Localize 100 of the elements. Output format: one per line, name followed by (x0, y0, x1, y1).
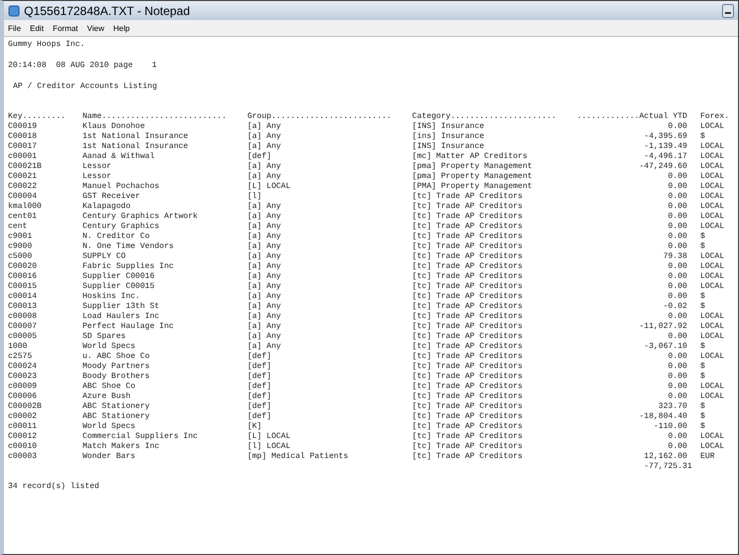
table-cell-text: C00006 (8, 392, 38, 402)
table-cell-text: C00012 (8, 432, 38, 442)
table-cell-text: C00020 (8, 262, 38, 272)
table-cell-text: Kalapagodo (82, 202, 132, 212)
table-cell-text: [tc] Trade AP Creditors (412, 352, 524, 362)
table-cell-text: LOCAL (700, 312, 726, 322)
table-cell-text: $ (700, 422, 706, 432)
total-amount: -77,725.31 (642, 462, 692, 472)
table-cell-text: c5000 (8, 252, 34, 262)
table-cell-text: C00019 (8, 122, 38, 132)
table-cell-text: [tc] Trade AP Creditors (412, 222, 524, 232)
table-cell-text: [tc] Trade AP Creditors (412, 252, 524, 262)
table-cell-text: 0.00 (667, 282, 688, 292)
table-cell-text: [def] (247, 412, 272, 422)
table-cell-text: LOCAL (700, 352, 726, 362)
table-cell-text: LOCAL (700, 162, 726, 172)
table-cell-text: $ (700, 302, 706, 312)
table-cell-text: ABC Stationery (82, 402, 151, 412)
table-cell-text: Supplier C00016 (82, 272, 156, 282)
menu-item[interactable]: File (8, 24, 21, 32)
table-cell-text: 79.38 (662, 252, 688, 262)
table-cell-text: c9000 (8, 242, 34, 252)
table-cell-text: kmal000 (8, 202, 43, 212)
table-cell-text: [a] Any (247, 322, 282, 332)
table-cell-text: N. Creditor Co (82, 232, 151, 242)
table-cell-text: LOCAL (700, 272, 726, 282)
table-cell-text: LOCAL (700, 262, 726, 272)
window-title: Q1556172848A.TXT - Notepad (24, 4, 190, 18)
column-header: Key......... (8, 112, 67, 122)
table-cell-text: c00005 (8, 332, 38, 342)
table-cell-text: Commercial Suppliers Inc (82, 432, 199, 442)
table-cell-text: c00002 (8, 412, 38, 422)
table-cell-text: [a] Any (247, 122, 282, 132)
table-cell-text: World Specs (82, 342, 136, 352)
table-cell-text: Klaus Donohoe (82, 122, 146, 132)
table-cell-text: C00022 (8, 182, 38, 192)
menu-item[interactable]: Edit (30, 24, 44, 32)
table-cell-text: 1000 (8, 342, 28, 352)
table-cell-text: [def] (247, 362, 272, 372)
table-cell-text: 0.00 (667, 232, 688, 242)
table-cell-text: [pma] Property Management (412, 172, 534, 182)
table-cell-text: LOCAL (700, 332, 726, 342)
table-cell-text: [tc] Trade AP Creditors (412, 272, 524, 282)
table-cell-text: LOCAL (700, 202, 726, 212)
table-cell-text: cent (8, 222, 28, 232)
table-cell-text: -4,496.17 (643, 152, 688, 162)
minimize-icon[interactable] (722, 4, 734, 18)
table-cell-text: [tc] Trade AP Creditors (412, 282, 524, 292)
table-cell-text: LOCAL (700, 432, 726, 442)
table-cell-text: Wonder Bars (82, 452, 136, 462)
table-cell-text: Perfect Haulage Inc (82, 322, 175, 332)
table-cell-text: C00024 (8, 362, 38, 372)
table-cell-text: LOCAL (700, 182, 726, 192)
table-cell-text: c00001 (8, 152, 38, 162)
table-cell-text: -1,139.49 (643, 142, 688, 152)
table-cell-text: 0.00 (667, 362, 688, 372)
company-name: Gummy Hoops Inc. (8, 40, 85, 50)
table-cell-text: 0.00 (667, 122, 688, 132)
table-cell-text: SD Spares (82, 332, 127, 342)
table-cell-text: Supplier C00015 (82, 282, 156, 292)
table-cell-text: 0.00 (667, 292, 688, 302)
table-cell-text: [tc] Trade AP Creditors (412, 432, 524, 442)
table-cell-text: [tc] Trade AP Creditors (412, 212, 524, 222)
table-cell-text: Aanad & Withwal (82, 152, 156, 162)
table-cell-text: c00009 (8, 382, 38, 392)
table-cell-text: [a] Any (247, 202, 282, 212)
table-cell-text: 0.00 (667, 392, 688, 402)
column-header: Category...................... (412, 112, 558, 122)
table-cell-text: [a] Any (247, 292, 282, 302)
table-cell-text: [a] Any (247, 252, 282, 262)
menu-item[interactable]: View (87, 24, 104, 32)
table-cell-text: 12,162.00 (643, 452, 688, 462)
table-cell-text: [a] Any (247, 242, 282, 252)
menu-item[interactable]: Format (52, 24, 78, 32)
column-header: .............Actual YTD (576, 112, 688, 122)
table-cell-text: GST Receiver (82, 192, 142, 202)
table-cell-text: [def] (247, 402, 272, 412)
table-cell-text: LOCAL (700, 222, 726, 232)
table-cell-text: [INS] Insurance (412, 122, 486, 132)
table-cell-text: [a] Any (247, 172, 282, 182)
table-cell-text: LOCAL (700, 392, 726, 402)
table-cell-text: C00007 (8, 322, 38, 332)
table-cell-text: $ (700, 412, 706, 422)
table-cell-text: [INS] Insurance (412, 142, 486, 152)
table-cell-text: [a] Any (247, 162, 282, 172)
table-cell-text: [def] (247, 372, 272, 382)
table-cell-text: C00023 (8, 372, 38, 382)
table-cell-text: [tc] Trade AP Creditors (412, 302, 524, 312)
table-cell-text: -4,395.69 (643, 132, 688, 142)
table-cell-text: [tc] Trade AP Creditors (412, 242, 524, 252)
table-cell-text: c2575 (8, 352, 34, 362)
table-cell-text: Lessor (82, 162, 112, 172)
table-cell-text: Match Makers Inc (82, 442, 160, 452)
table-cell-text: 0.00 (667, 182, 688, 192)
table-cell-text: [pma] Property Management (412, 162, 534, 172)
report-timestamp: 20:14:08 08 AUG 2010 page 1 (8, 61, 157, 71)
column-header: Forex. (700, 112, 730, 122)
menu-item[interactable]: Help (113, 24, 130, 32)
table-cell-text: LOCAL (700, 152, 726, 162)
table-cell-text: Century Graphics Artwork (82, 212, 199, 222)
